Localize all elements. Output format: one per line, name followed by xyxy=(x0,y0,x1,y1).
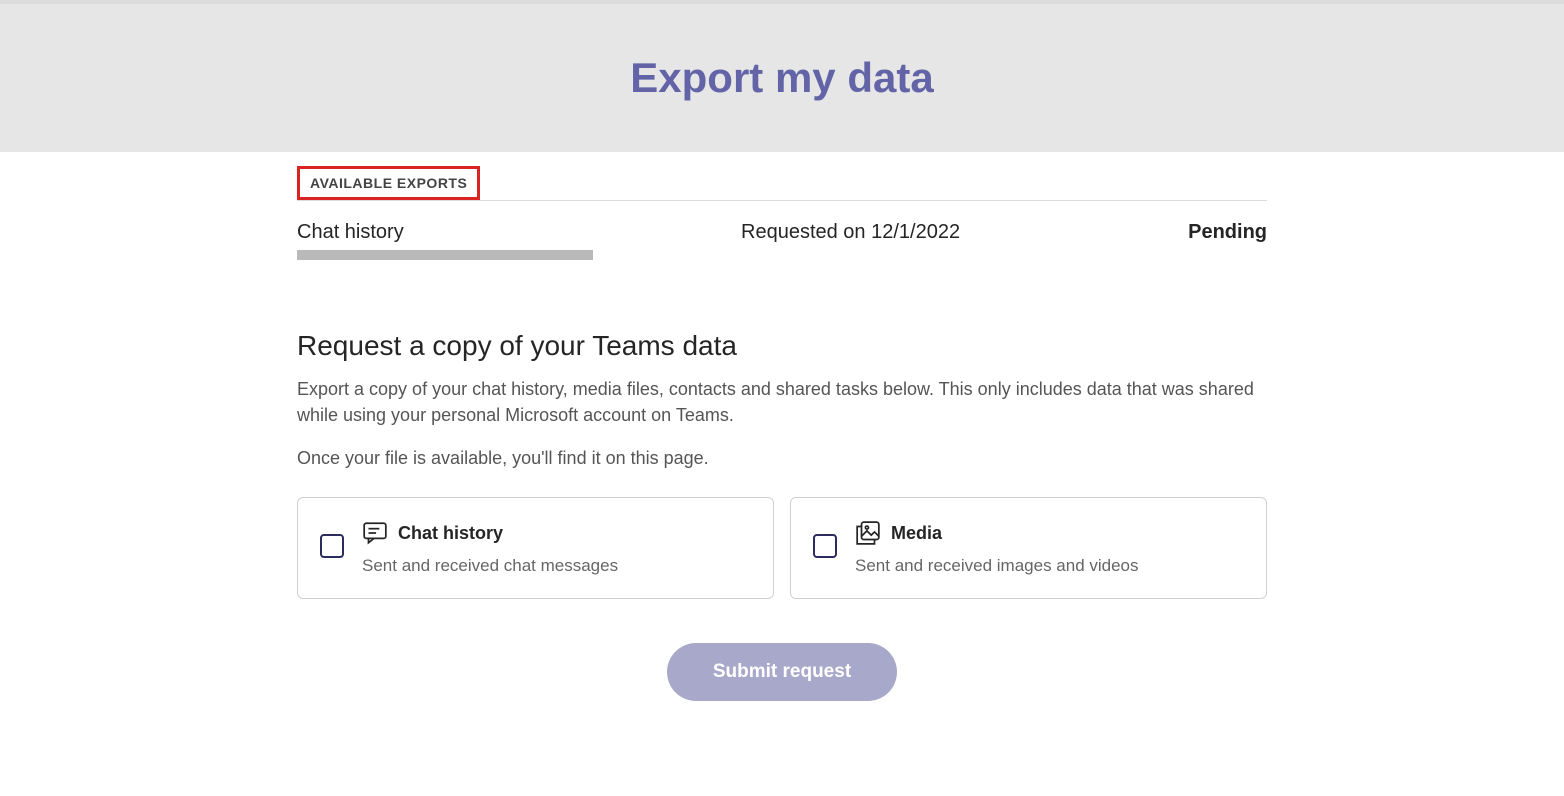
option-content: Chat history Sent and received chat mess… xyxy=(362,520,618,576)
header-banner: Export my data xyxy=(0,0,1564,152)
option-cards: Chat history Sent and received chat mess… xyxy=(297,497,1267,599)
export-row: Chat history Requested on 12/1/2022 Pend… xyxy=(297,201,1267,288)
submit-request-button[interactable]: Submit request xyxy=(667,643,897,701)
submit-container: Submit request xyxy=(297,643,1267,701)
option-title: Media xyxy=(891,523,942,544)
tab-available-exports[interactable]: AVAILABLE EXPORTS xyxy=(297,166,480,200)
progress-bar xyxy=(297,250,593,260)
request-note: Once your file is available, you'll find… xyxy=(297,448,1267,469)
option-content: Media Sent and received images and video… xyxy=(855,520,1139,576)
checkbox-media[interactable] xyxy=(813,534,837,558)
option-header: Media xyxy=(855,520,1139,546)
request-description: Export a copy of your chat history, medi… xyxy=(297,376,1267,428)
option-description: Sent and received images and videos xyxy=(855,556,1139,576)
export-requested-date: Requested on 12/1/2022 xyxy=(513,221,1188,244)
option-title: Chat history xyxy=(398,523,503,544)
option-description: Sent and received chat messages xyxy=(362,556,618,576)
export-status: Pending xyxy=(1188,221,1267,244)
option-card-media[interactable]: Media Sent and received images and video… xyxy=(790,497,1267,599)
option-header: Chat history xyxy=(362,520,618,546)
checkbox-chat-history[interactable] xyxy=(320,534,344,558)
option-card-chat-history[interactable]: Chat history Sent and received chat mess… xyxy=(297,497,774,599)
media-icon xyxy=(855,520,881,546)
request-heading: Request a copy of your Teams data xyxy=(297,330,1267,362)
request-section: Request a copy of your Teams data Export… xyxy=(297,330,1267,701)
page-title: Export my data xyxy=(0,54,1564,102)
chat-icon xyxy=(362,520,388,546)
main-content: AVAILABLE EXPORTS Chat history Requested… xyxy=(287,152,1277,701)
